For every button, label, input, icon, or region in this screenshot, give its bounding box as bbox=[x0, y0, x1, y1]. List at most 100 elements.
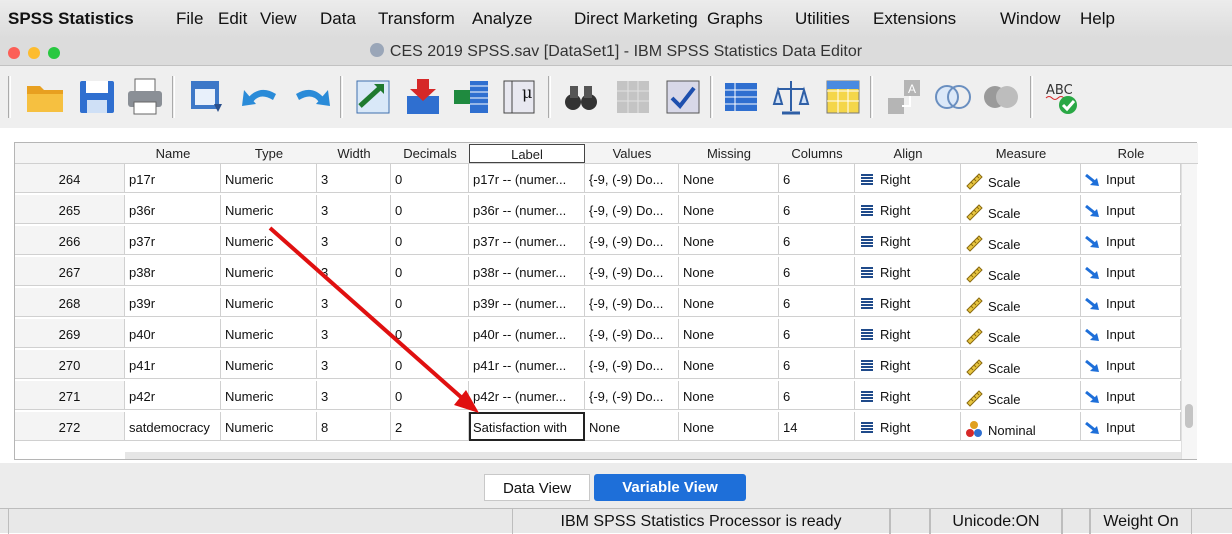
cell-name[interactable]: p40r bbox=[125, 319, 221, 348]
cell-label[interactable]: p17r -- (numer... bbox=[469, 164, 585, 193]
menu-utilities[interactable]: Utilities bbox=[795, 9, 850, 29]
row-number[interactable]: 272 bbox=[15, 412, 125, 441]
cell-name[interactable]: p39r bbox=[125, 288, 221, 317]
cell-values[interactable]: {-9, (-9) Do... bbox=[585, 226, 679, 255]
cell-align[interactable]: Right bbox=[855, 319, 961, 348]
tab-variable-view[interactable]: Variable View bbox=[594, 474, 746, 501]
cell-values[interactable]: {-9, (-9) Do... bbox=[585, 319, 679, 348]
menu-data[interactable]: Data bbox=[320, 9, 356, 29]
cell-width[interactable]: 3 bbox=[317, 226, 391, 255]
cell-label[interactable]: p41r -- (numer... bbox=[469, 350, 585, 379]
cell-decimals[interactable]: 0 bbox=[391, 319, 469, 348]
cell-label[interactable]: Satisfaction with bbox=[469, 412, 585, 441]
row-number[interactable]: 264 bbox=[15, 164, 125, 193]
column-header-role[interactable]: Role bbox=[1081, 146, 1181, 161]
cell-columns[interactable]: 6 bbox=[779, 226, 855, 255]
cell-values[interactable]: None bbox=[585, 412, 679, 441]
cell-width[interactable]: 3 bbox=[317, 381, 391, 410]
table-row[interactable]: 267 p38r Numeric 3 0 p38r -- (numer... {-9, (-… bbox=[15, 257, 1198, 286]
table-row[interactable]: 268 p39r Numeric 3 0 p39r -- (numer... {-9, (-… bbox=[15, 288, 1198, 317]
cell-measure[interactable]: Scale bbox=[961, 350, 1081, 379]
print-icon[interactable] bbox=[124, 76, 166, 118]
run-descriptives-icon[interactable]: μ bbox=[500, 76, 542, 118]
find-icon[interactable] bbox=[560, 76, 602, 118]
cell-measure[interactable]: Scale bbox=[961, 257, 1081, 286]
column-header-width[interactable]: Width bbox=[317, 146, 391, 161]
cell-type[interactable]: Numeric bbox=[221, 226, 317, 255]
insert-cases-icon[interactable] bbox=[612, 76, 654, 118]
cell-values[interactable]: {-9, (-9) Do... bbox=[585, 381, 679, 410]
variables-icon[interactable] bbox=[450, 76, 492, 118]
cell-values[interactable]: {-9, (-9) Do... bbox=[585, 257, 679, 286]
cell-width[interactable]: 3 bbox=[317, 288, 391, 317]
cell-values[interactable]: {-9, (-9) Do... bbox=[585, 164, 679, 193]
menu-edit[interactable]: Edit bbox=[218, 9, 247, 29]
cell-role[interactable]: Input bbox=[1081, 381, 1181, 410]
cell-measure[interactable]: Scale bbox=[961, 319, 1081, 348]
cell-decimals[interactable]: 0 bbox=[391, 257, 469, 286]
cell-name[interactable]: p37r bbox=[125, 226, 221, 255]
cell-type[interactable]: Numeric bbox=[221, 195, 317, 224]
column-header-type[interactable]: Type bbox=[221, 146, 317, 161]
menu-file[interactable]: File bbox=[176, 9, 203, 29]
cell-decimals[interactable]: 0 bbox=[391, 381, 469, 410]
cell-missing[interactable]: None bbox=[679, 412, 779, 441]
value-labels-icon[interactable]: A bbox=[884, 76, 926, 118]
recall-dialog-icon[interactable] bbox=[186, 76, 228, 118]
cell-missing[interactable]: None bbox=[679, 226, 779, 255]
cell-columns[interactable]: 6 bbox=[779, 381, 855, 410]
redo-icon[interactable] bbox=[290, 76, 332, 118]
goto-variable-icon[interactable] bbox=[402, 76, 444, 118]
cell-role[interactable]: Input bbox=[1081, 257, 1181, 286]
table-row[interactable]: 272 satdemocracy Numeric 8 2 Satisfaction wit… bbox=[15, 412, 1198, 441]
horizontal-scrollbar[interactable] bbox=[125, 452, 1181, 459]
cell-columns[interactable]: 6 bbox=[779, 288, 855, 317]
cell-align[interactable]: Right bbox=[855, 195, 961, 224]
cell-type[interactable]: Numeric bbox=[221, 164, 317, 193]
cell-width[interactable]: 3 bbox=[317, 350, 391, 379]
insert-variable-icon[interactable] bbox=[662, 76, 704, 118]
cell-measure[interactable]: Scale bbox=[961, 195, 1081, 224]
cell-width[interactable]: 3 bbox=[317, 319, 391, 348]
row-number[interactable]: 270 bbox=[15, 350, 125, 379]
tab-data-view[interactable]: Data View bbox=[484, 474, 590, 501]
table-row[interactable]: 264 p17r Numeric 3 0 p17r -- (numer... {-9, (-… bbox=[15, 164, 1198, 193]
column-header-align[interactable]: Align bbox=[855, 146, 961, 161]
cell-role[interactable]: Input bbox=[1081, 226, 1181, 255]
save-icon[interactable] bbox=[76, 76, 118, 118]
menu-window[interactable]: Window bbox=[1000, 9, 1060, 29]
cell-decimals[interactable]: 2 bbox=[391, 412, 469, 441]
row-number[interactable]: 269 bbox=[15, 319, 125, 348]
table-row[interactable]: 266 p37r Numeric 3 0 p37r -- (numer... {-9, (-… bbox=[15, 226, 1198, 255]
cell-name[interactable]: satdemocracy bbox=[125, 412, 221, 441]
cell-name[interactable]: p42r bbox=[125, 381, 221, 410]
cell-name[interactable]: p41r bbox=[125, 350, 221, 379]
cell-decimals[interactable]: 0 bbox=[391, 164, 469, 193]
menu-transform[interactable]: Transform bbox=[378, 9, 455, 29]
column-header-label[interactable]: Label bbox=[469, 144, 585, 163]
column-header-columns[interactable]: Columns bbox=[779, 146, 855, 161]
cell-values[interactable]: {-9, (-9) Do... bbox=[585, 288, 679, 317]
cell-measure[interactable]: Scale bbox=[961, 226, 1081, 255]
cell-name[interactable]: p38r bbox=[125, 257, 221, 286]
row-number[interactable]: 271 bbox=[15, 381, 125, 410]
cell-label[interactable]: p36r -- (numer... bbox=[469, 195, 585, 224]
table-row[interactable]: 269 p40r Numeric 3 0 p40r -- (numer... {-9, (-… bbox=[15, 319, 1198, 348]
cell-decimals[interactable]: 0 bbox=[391, 195, 469, 224]
vertical-scrollbar[interactable] bbox=[1181, 164, 1197, 459]
cell-role[interactable]: Input bbox=[1081, 288, 1181, 317]
row-number[interactable]: 268 bbox=[15, 288, 125, 317]
cell-align[interactable]: Right bbox=[855, 350, 961, 379]
cell-type[interactable]: Numeric bbox=[221, 412, 317, 441]
cell-label[interactable]: p40r -- (numer... bbox=[469, 319, 585, 348]
cell-type[interactable]: Numeric bbox=[221, 319, 317, 348]
cell-columns[interactable]: 6 bbox=[779, 257, 855, 286]
open-folder-icon[interactable] bbox=[24, 76, 66, 118]
cell-missing[interactable]: None bbox=[679, 257, 779, 286]
cell-measure[interactable]: Scale bbox=[961, 164, 1081, 193]
cell-columns[interactable]: 6 bbox=[779, 164, 855, 193]
cell-name[interactable]: p36r bbox=[125, 195, 221, 224]
select-cases-icon[interactable] bbox=[822, 76, 864, 118]
cell-columns[interactable]: 6 bbox=[779, 319, 855, 348]
cell-width[interactable]: 3 bbox=[317, 195, 391, 224]
